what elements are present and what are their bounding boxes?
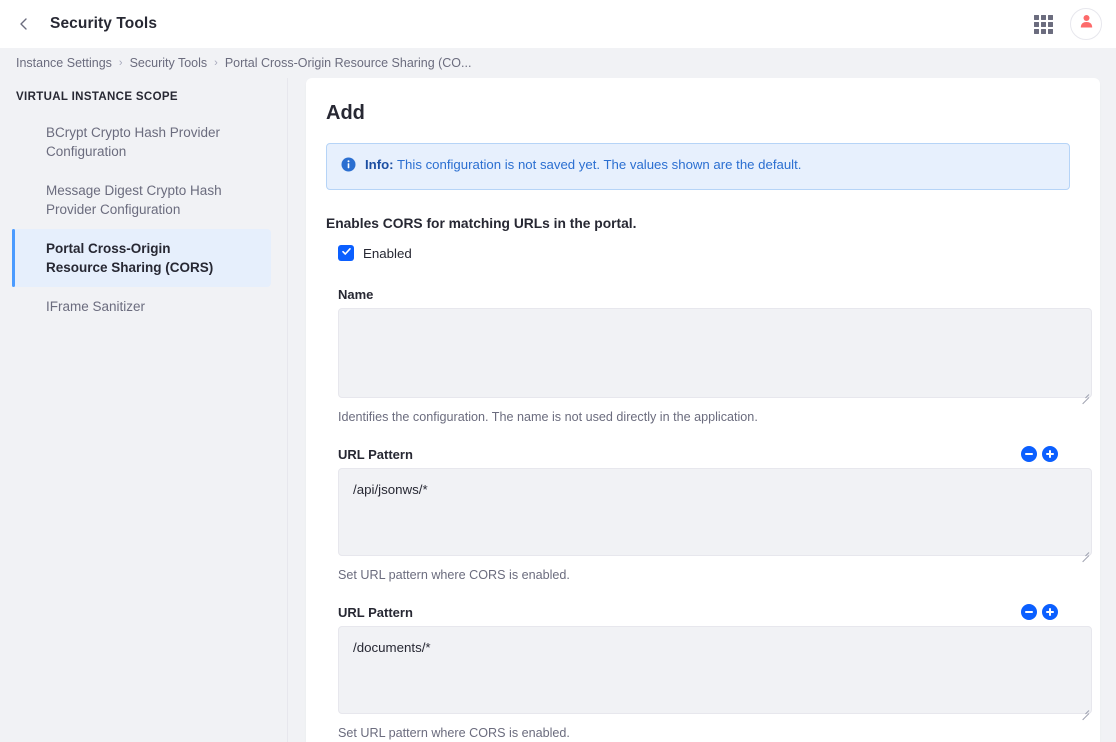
grid-cell bbox=[1033, 14, 1039, 20]
sidebar-heading: VIRTUAL INSTANCE SCOPE bbox=[16, 91, 178, 103]
user-avatar-icon bbox=[1078, 13, 1095, 35]
info-alert: Info: This configuration is not saved ye… bbox=[326, 143, 1070, 190]
remove-url-pattern-2-button[interactable] bbox=[1021, 604, 1037, 620]
field-url-pattern-2-buttons bbox=[1021, 604, 1058, 620]
field-url-pattern-1: URL Pattern /api/jsonws/* Set URL patter… bbox=[338, 446, 1092, 582]
field-url-pattern-2: URL Pattern /documents/* Set URL pattern… bbox=[338, 604, 1092, 740]
add-url-pattern-2-button[interactable] bbox=[1042, 604, 1058, 620]
enabled-checkbox-label: Enabled bbox=[363, 245, 412, 261]
field-url-pattern-1-label-row: URL Pattern bbox=[338, 446, 1070, 462]
sidebar: VIRTUAL INSTANCE SCOPE BCrypt Crypto Has… bbox=[0, 78, 288, 742]
field-url-pattern-2-label-row: URL Pattern bbox=[338, 604, 1070, 620]
info-alert-message: This configuration is not saved yet. The… bbox=[397, 157, 802, 172]
url-pattern-1-input[interactable] bbox=[338, 468, 1092, 556]
info-circle-icon bbox=[341, 157, 356, 177]
remove-url-pattern-1-button[interactable] bbox=[1021, 446, 1037, 462]
field-name-label: Name bbox=[338, 287, 374, 302]
field-name: Name Identifies the configuration. The n… bbox=[338, 287, 1092, 424]
page-title: Security Tools bbox=[50, 15, 158, 32]
sidebar-item-message-digest-crypto-hash-provider-configuration[interactable]: Message Digest Crypto Hash Provider Conf… bbox=[12, 171, 271, 229]
sidebar-item-bcrypt-crypto-hash-provider-configuration[interactable]: BCrypt Crypto Hash Provider Configuratio… bbox=[12, 113, 271, 171]
sidebar-item-portal-cross-origin-resource-sharing-cors[interactable]: Portal Cross-Origin Resource Sharing (CO… bbox=[12, 229, 271, 287]
field-name-label-row: Name bbox=[338, 287, 1070, 302]
plus-circle-icon-vertical bbox=[1049, 608, 1051, 616]
section-title: Enables CORS for matching URLs in the po… bbox=[326, 216, 637, 231]
name-input[interactable] bbox=[338, 308, 1092, 398]
field-url-pattern-2-help: Set URL pattern where CORS is enabled. bbox=[338, 726, 570, 740]
field-url-pattern-2-input-wrap bbox=[338, 626, 1092, 721]
grid-cell bbox=[1047, 21, 1053, 27]
enabled-checkbox[interactable] bbox=[338, 245, 354, 261]
field-url-pattern-1-help: Set URL pattern where CORS is enabled. bbox=[338, 568, 570, 582]
main-content: Add Info: This configuration is not save… bbox=[288, 78, 1116, 742]
top-bar-right bbox=[1030, 8, 1102, 40]
chevron-left-icon bbox=[17, 17, 31, 31]
info-alert-label: Info: bbox=[365, 157, 394, 172]
plus-circle-icon-vertical bbox=[1049, 450, 1051, 458]
field-url-pattern-2-label: URL Pattern bbox=[338, 604, 413, 620]
field-url-pattern-1-input-wrap bbox=[338, 468, 1092, 563]
add-url-pattern-1-button[interactable] bbox=[1042, 446, 1058, 462]
avatar[interactable] bbox=[1070, 8, 1102, 40]
breadcrumb-item-current: Portal Cross-Origin Resource Sharing (CO… bbox=[224, 56, 472, 70]
url-pattern-2-input[interactable] bbox=[338, 626, 1092, 714]
page-body: VIRTUAL INSTANCE SCOPE BCrypt Crypto Has… bbox=[0, 78, 1116, 742]
grid-cell bbox=[1040, 21, 1046, 27]
settings-card: Add Info: This configuration is not save… bbox=[306, 78, 1100, 742]
check-icon bbox=[341, 244, 352, 262]
grid-cell bbox=[1040, 14, 1046, 20]
sidebar-item-iframe-sanitizer[interactable]: IFrame Sanitizer bbox=[12, 287, 271, 326]
top-bar: Security Tools bbox=[0, 0, 1116, 48]
grid-cell bbox=[1047, 28, 1053, 34]
info-alert-text: Info: This configuration is not saved ye… bbox=[365, 156, 801, 173]
breadcrumb-item-instance-settings[interactable]: Instance Settings bbox=[16, 56, 112, 70]
card-title: Add bbox=[326, 102, 365, 124]
enabled-checkbox-row[interactable]: Enabled bbox=[338, 245, 1070, 261]
minus-circle-icon bbox=[1025, 453, 1033, 455]
minus-circle-icon bbox=[1025, 611, 1033, 613]
grid-cell bbox=[1047, 14, 1053, 20]
form-fields: Enabled Name Identifies the configuratio… bbox=[326, 245, 1092, 740]
grid-cell bbox=[1040, 28, 1046, 34]
field-url-pattern-1-label: URL Pattern bbox=[338, 446, 413, 462]
field-url-pattern-1-buttons bbox=[1021, 446, 1058, 462]
grid-cell bbox=[1033, 28, 1039, 34]
grid-cell bbox=[1033, 21, 1039, 27]
breadcrumb-separator: › bbox=[118, 57, 123, 69]
field-name-help: Identifies the configuration. The name i… bbox=[338, 410, 758, 424]
breadcrumb: Instance Settings › Security Tools › Por… bbox=[0, 48, 1116, 78]
back-button[interactable] bbox=[12, 12, 36, 36]
app-grid-icon[interactable] bbox=[1030, 11, 1056, 37]
breadcrumb-item-security-tools[interactable]: Security Tools bbox=[130, 56, 208, 70]
field-name-input-wrap bbox=[338, 308, 1092, 405]
top-bar-left: Security Tools bbox=[12, 12, 157, 36]
breadcrumb-separator: › bbox=[214, 57, 218, 69]
